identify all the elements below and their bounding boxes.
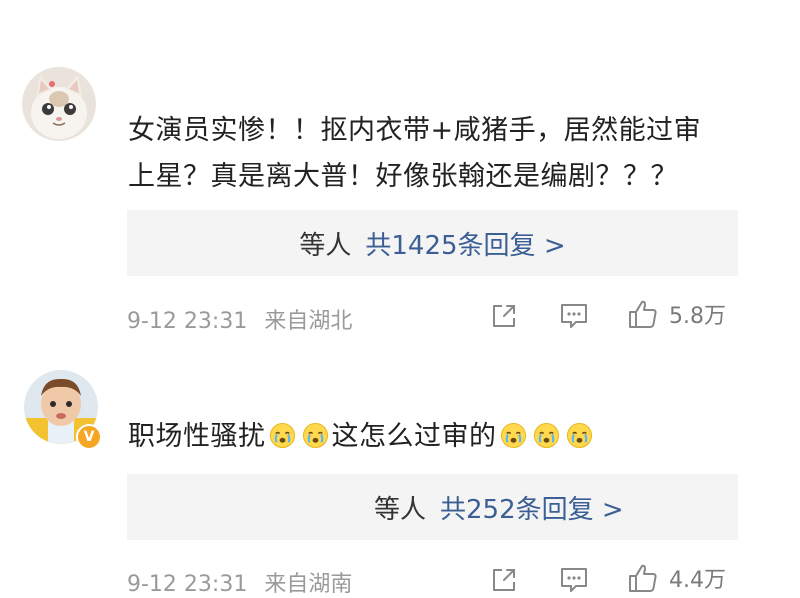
comment-meta: 9-12 23:31 来自湖北 <box>127 303 352 335</box>
reply-count-link[interactable]: 共252条回复 > <box>440 489 624 526</box>
like-count: 4.4万 <box>669 568 726 593</box>
reply-summary[interactable]: 等人 共252条回复 > <box>127 474 738 540</box>
share-button[interactable] <box>490 302 518 330</box>
comment-button[interactable] <box>559 566 589 594</box>
comment-icon <box>561 304 587 328</box>
crying-face-emoji <box>302 422 328 449</box>
comment-location: 来自湖北 <box>264 309 353 334</box>
comment-text-part: 职场性骚扰 <box>128 421 266 452</box>
comment-text-line: 女演员实惨！！抠内衣带+咸猪手，居然能过审 <box>128 115 702 146</box>
comment-text-line: 上星？真是离大普！好像张翰还是编剧？？？ <box>128 161 678 192</box>
share-icon <box>493 305 515 327</box>
thumbs-up-icon <box>629 564 657 592</box>
comment-icon <box>561 568 587 592</box>
reply-names: 等人 <box>299 230 352 261</box>
avatar-cat[interactable] <box>22 67 96 141</box>
share-button[interactable] <box>490 566 518 594</box>
crying-face-emoji <box>500 422 526 449</box>
comment-meta: 9-12 23:31 来自湖南 <box>127 566 352 598</box>
reply-names: 等人 <box>374 494 427 525</box>
crying-face-emoji <box>566 422 592 449</box>
comment-time: 9-12 23:31 <box>127 309 248 334</box>
comment-location: 来自湖南 <box>264 572 353 597</box>
comment-text-part: 这怎么过审的 <box>331 421 497 452</box>
reply-count-link[interactable]: 共1425条回复 > <box>365 225 565 262</box>
comment-time: 9-12 23:31 <box>127 572 248 597</box>
thumbs-up-icon <box>629 300 657 328</box>
like-button[interactable]: 4.4万 <box>627 562 726 594</box>
crying-face-emoji <box>533 422 559 449</box>
comment-text: 女演员实惨！！抠内衣带+咸猪手，居然能过审 上星？真是离大普！好像张翰还是编剧？… <box>128 108 701 200</box>
verified-badge-icon: V <box>76 424 102 450</box>
like-count: 5.8万 <box>669 304 726 329</box>
crying-face-emoji <box>269 422 295 449</box>
comment-button[interactable] <box>559 302 589 330</box>
comment-text: 职场性骚扰 这怎么过审的 <box>128 414 596 460</box>
share-icon <box>493 569 515 591</box>
reply-summary[interactable]: 等人 共1425条回复 > <box>127 210 738 276</box>
like-button[interactable]: 5.8万 <box>627 298 726 330</box>
